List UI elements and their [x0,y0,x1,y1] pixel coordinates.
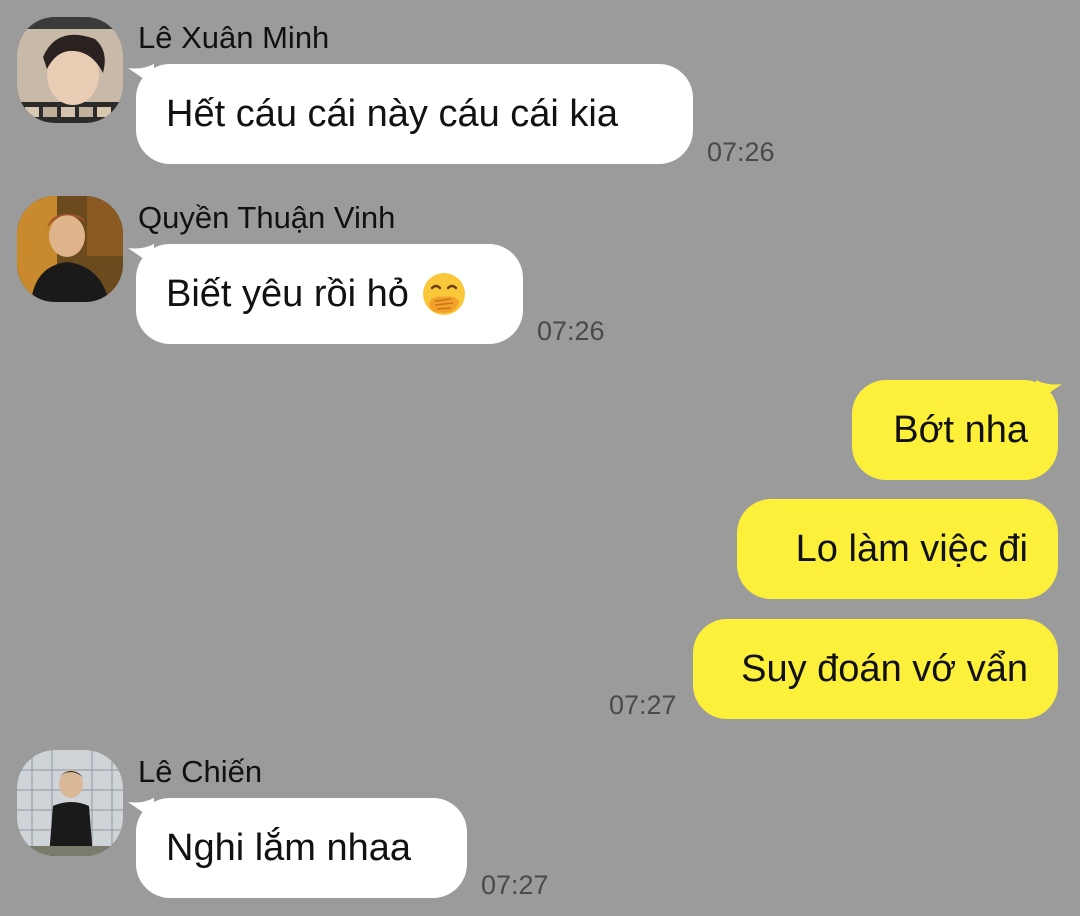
sender-name: Lê Xuân Minh [138,20,330,55]
message-time: 07:27 [609,690,677,720]
avatar[interactable] [17,196,123,302]
face-with-hand-over-mouth-icon [422,273,465,315]
message-bubble[interactable]: Biết yêu rồi hỏ [136,244,523,344]
message-bubble[interactable]: Hết cáu cái này cáu cái kia [136,64,693,164]
sender-name: Quyền Thuận Vinh [138,200,396,235]
message-text: Hết cáu cái này cáu cái kia [166,92,619,135]
avatar[interactable] [17,750,123,856]
avatar[interactable] [17,17,123,123]
message-bubble[interactable]: Nghi lắm nhaa [136,798,467,898]
message-bubble[interactable]: Lo làm việc đi [737,499,1058,599]
message-bubble[interactable]: Suy đoán vớ vẩn [693,619,1058,719]
message-time: 07:27 [481,870,549,900]
chat-thread: Lê Xuân Minh Hết cáu cái này cáu cái kia… [0,0,1080,916]
message-time: 07:26 [707,137,775,167]
message-text: Biết yêu rồi hỏ [166,272,409,315]
sender-name: Lê Chiến [138,754,263,789]
message-text: Nghi lắm nhaa [166,826,412,869]
message-bubble[interactable]: Bớt nha [852,380,1058,480]
message-time: 07:26 [537,316,605,346]
message-text: Suy đoán vớ vẩn [741,647,1028,690]
message-text: Lo làm việc đi [795,527,1028,570]
message-text: Bớt nha [893,408,1028,451]
